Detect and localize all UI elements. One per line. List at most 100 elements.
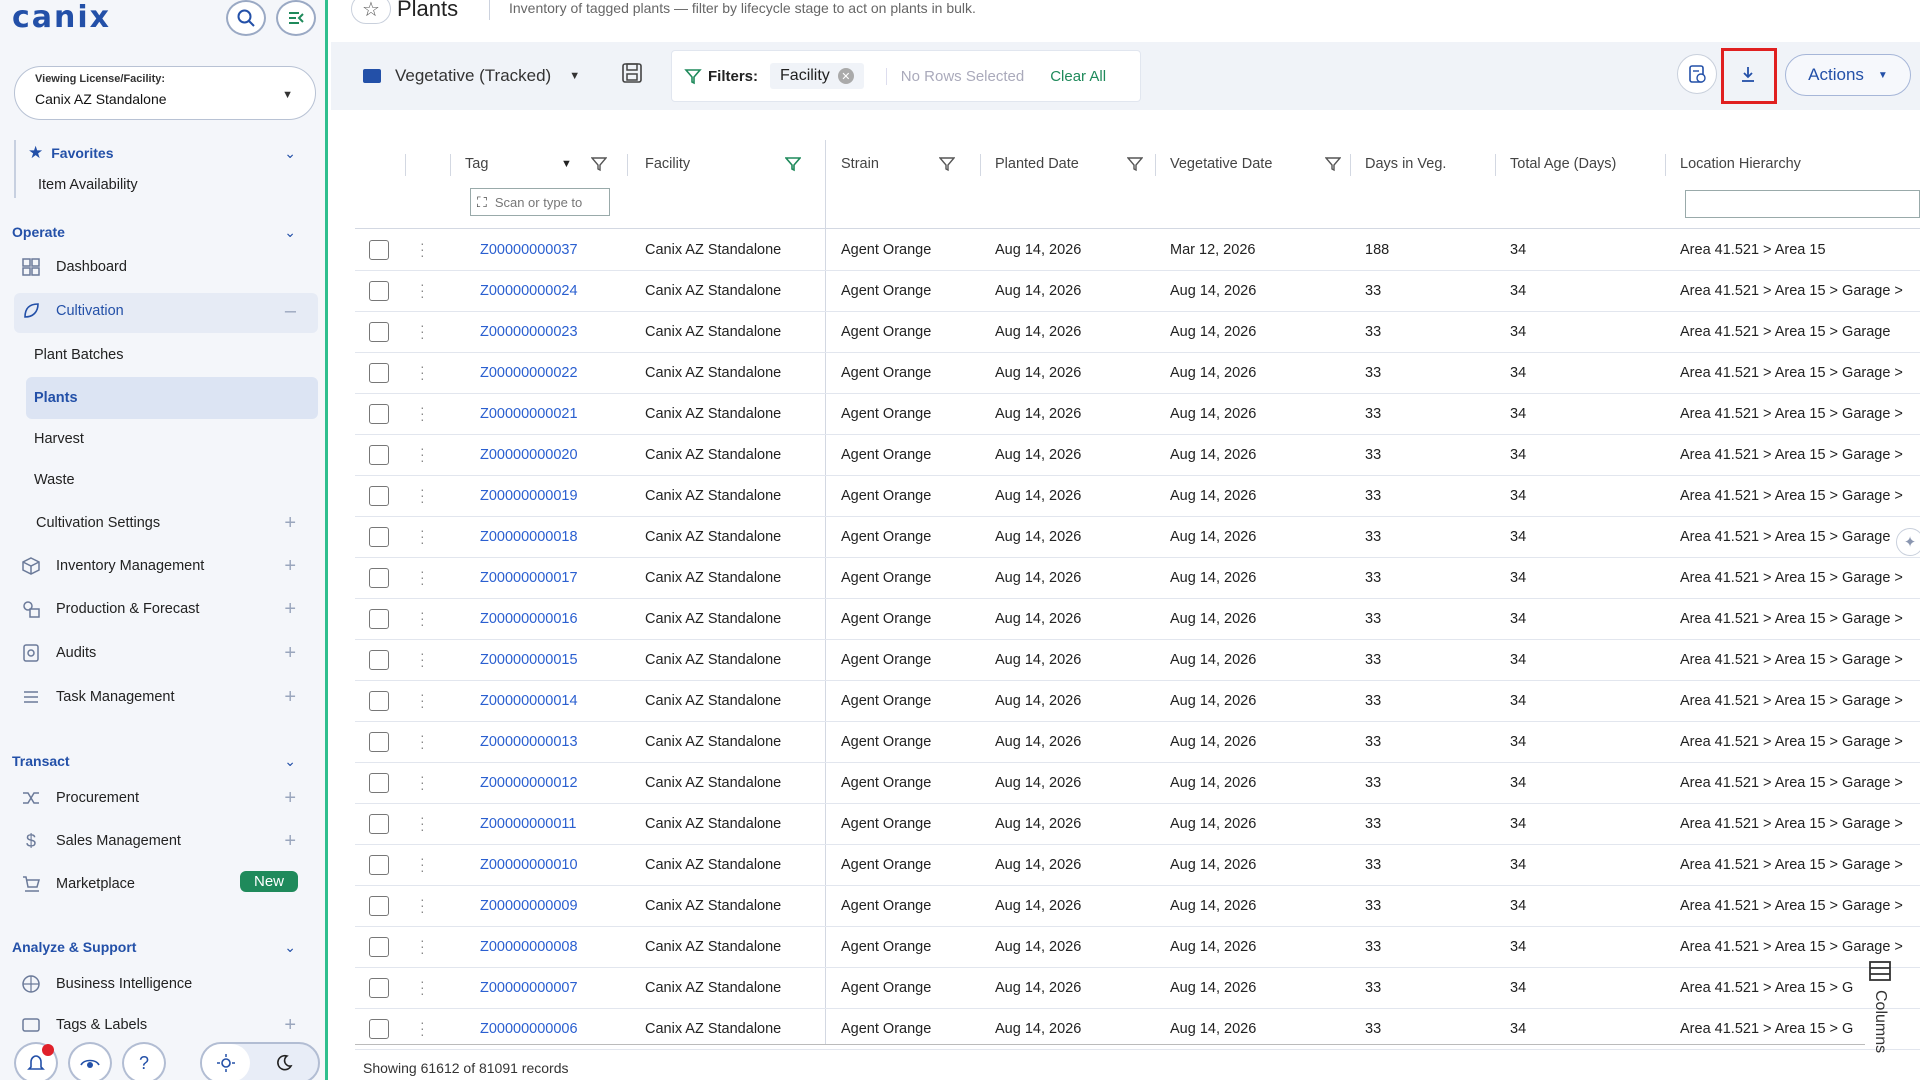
- row-menu-icon[interactable]: · · ·: [420, 441, 425, 467]
- table-row[interactable]: · · · Z00000000012 Canix AZ Standalone Agent …: [355, 763, 1920, 804]
- chevron-down-icon[interactable]: ⌄: [284, 224, 296, 241]
- row-menu-icon[interactable]: · · ·: [420, 277, 425, 303]
- row-menu-icon[interactable]: · · ·: [420, 605, 425, 631]
- tag-cell[interactable]: Z00000000022: [480, 365, 578, 381]
- sparkle-icon[interactable]: ✦: [1896, 528, 1920, 556]
- tag-cell[interactable]: Z00000000018: [480, 529, 578, 545]
- table-row[interactable]: · · · Z00000000015 Canix AZ Standalone Agent …: [355, 640, 1920, 681]
- table-row[interactable]: · · · Z00000000016 Canix AZ Standalone Agent …: [355, 599, 1920, 640]
- row-checkbox[interactable]: [369, 937, 389, 957]
- sidebar-item-inventory[interactable]: Inventory Management +: [20, 555, 328, 577]
- tag-cell[interactable]: Z00000000015: [480, 652, 578, 668]
- sort-caret-icon[interactable]: ▼: [561, 158, 572, 170]
- tag-cell[interactable]: Z00000000007: [480, 980, 578, 996]
- tag-cell[interactable]: Z00000000024: [480, 283, 578, 299]
- expand-icon[interactable]: +: [284, 686, 296, 709]
- row-menu-icon[interactable]: · · ·: [420, 646, 425, 672]
- row-menu-icon[interactable]: · · ·: [420, 892, 425, 918]
- table-row[interactable]: · · · Z00000000023 Canix AZ Standalone Agent …: [355, 312, 1920, 353]
- tag-cell[interactable]: Z00000000016: [480, 611, 578, 627]
- search-button[interactable]: [226, 0, 266, 36]
- row-menu-icon[interactable]: · · ·: [420, 482, 425, 508]
- tag-cell[interactable]: Z00000000020: [480, 447, 578, 463]
- tag-cell[interactable]: Z00000000017: [480, 570, 578, 586]
- chevron-down-icon[interactable]: ⌄: [284, 145, 296, 162]
- sun-icon[interactable]: [202, 1044, 250, 1080]
- sidebar-item-tags[interactable]: Tags & Labels +: [20, 1018, 328, 1032]
- column-header-planted-date[interactable]: Planted Date: [995, 156, 1079, 172]
- row-menu-icon[interactable]: · · ·: [420, 687, 425, 713]
- column-header-tag[interactable]: Tag: [465, 156, 488, 172]
- row-checkbox[interactable]: [369, 896, 389, 916]
- sidebar-item-waste[interactable]: Waste: [34, 472, 75, 488]
- expand-icon[interactable]: +: [284, 787, 296, 810]
- notifications-button[interactable]: [14, 1042, 58, 1080]
- filter-icon[interactable]: [1127, 156, 1143, 172]
- filter-active-icon[interactable]: [785, 156, 801, 172]
- license-facility-selector[interactable]: Viewing License/Facility: Canix AZ Stand…: [14, 66, 316, 120]
- favorite-star-button[interactable]: ☆: [351, 0, 391, 24]
- chevron-down-icon[interactable]: ⌄: [284, 939, 296, 956]
- sidebar-item-plants[interactable]: Plants: [34, 390, 78, 406]
- row-menu-icon[interactable]: · · ·: [420, 769, 425, 795]
- favorite-item-availability[interactable]: Item Availability: [38, 177, 138, 193]
- favorites-section-header[interactable]: ★ Favorites ⌄: [28, 143, 328, 163]
- column-header-total-age[interactable]: Total Age (Days): [1510, 156, 1616, 172]
- sidebar-item-harvest[interactable]: Harvest: [34, 431, 84, 447]
- sidebar-item-dashboard[interactable]: Dashboard: [20, 256, 127, 278]
- canix-logo[interactable]: canix: [12, 0, 111, 35]
- row-menu-icon[interactable]: · · ·: [420, 236, 425, 262]
- row-checkbox[interactable]: [369, 814, 389, 834]
- row-menu-icon[interactable]: · · ·: [420, 564, 425, 590]
- tag-cell[interactable]: Z00000000037: [480, 242, 578, 258]
- table-row[interactable]: · · · Z00000000022 Canix AZ Standalone Agent …: [355, 353, 1920, 394]
- row-checkbox[interactable]: [369, 732, 389, 752]
- row-checkbox[interactable]: [369, 609, 389, 629]
- table-row[interactable]: · · · Z00000000037 Canix AZ Standalone Agent …: [355, 230, 1920, 271]
- table-row[interactable]: · · · Z00000000020 Canix AZ Standalone Agent …: [355, 435, 1920, 476]
- table-row[interactable]: · · · Z00000000007 Canix AZ Standalone Agent …: [355, 968, 1920, 1009]
- help-button[interactable]: ?: [122, 1042, 166, 1080]
- save-view-button[interactable]: [621, 62, 643, 88]
- view-selector[interactable]: Vegetative (Tracked) ▼: [363, 66, 580, 86]
- row-checkbox[interactable]: [369, 568, 389, 588]
- filter-icon[interactable]: [939, 156, 955, 172]
- row-checkbox[interactable]: [369, 486, 389, 506]
- clear-all-button[interactable]: Clear All: [1050, 68, 1106, 85]
- tag-cell[interactable]: Z00000000008: [480, 939, 578, 955]
- row-menu-icon[interactable]: · · ·: [420, 1015, 425, 1041]
- columns-panel-toggle[interactable]: Columns: [1860, 960, 1900, 1080]
- tag-cell[interactable]: Z00000000014: [480, 693, 578, 709]
- row-checkbox[interactable]: [369, 281, 389, 301]
- sidebar-item-plant-batches[interactable]: Plant Batches: [34, 347, 123, 363]
- tag-cell[interactable]: Z00000000013: [480, 734, 578, 750]
- table-row[interactable]: · · · Z00000000009 Canix AZ Standalone Agent …: [355, 886, 1920, 927]
- expand-icon[interactable]: +: [284, 555, 296, 578]
- sidebar-item-tasks[interactable]: Task Management +: [20, 686, 328, 708]
- expand-icon[interactable]: +: [284, 642, 296, 665]
- row-menu-icon[interactable]: · · ·: [420, 933, 425, 959]
- filter-icon[interactable]: [591, 156, 607, 172]
- row-menu-icon[interactable]: · · ·: [420, 851, 425, 877]
- row-checkbox[interactable]: [369, 445, 389, 465]
- sidebar-item-production[interactable]: Production & Forecast +: [20, 598, 328, 620]
- table-row[interactable]: · · · Z00000000014 Canix AZ Standalone Agent …: [355, 681, 1920, 722]
- filter-chip-facility[interactable]: Facility ✕: [770, 63, 864, 89]
- column-header-days-in-veg[interactable]: Days in Veg.: [1365, 156, 1446, 172]
- report-button[interactable]: [1677, 54, 1717, 94]
- column-header-location[interactable]: Location Hierarchy: [1680, 156, 1801, 172]
- sidebar-item-cultivation-settings[interactable]: Cultivation Settings +: [36, 512, 328, 534]
- sidebar-item-audits[interactable]: Audits +: [20, 642, 328, 664]
- location-filter-input[interactable]: [1685, 190, 1920, 218]
- tag-cell[interactable]: Z00000000012: [480, 775, 578, 791]
- table-row[interactable]: · · · Z00000000019 Canix AZ Standalone Agent …: [355, 476, 1920, 517]
- tag-cell[interactable]: Z00000000009: [480, 898, 578, 914]
- analyze-section-header[interactable]: Analyze & Support ⌄: [12, 939, 328, 956]
- chevron-down-icon[interactable]: ⌄: [284, 753, 296, 770]
- tag-cell[interactable]: Z00000000019: [480, 488, 578, 504]
- tag-scan-input[interactable]: ⛶ Scan or type to: [470, 188, 610, 216]
- tag-cell[interactable]: Z00000000021: [480, 406, 578, 422]
- row-menu-icon[interactable]: · · ·: [420, 400, 425, 426]
- row-menu-icon[interactable]: · · ·: [420, 359, 425, 385]
- table-row[interactable]: · · · Z00000000018 Canix AZ Standalone Agent …: [355, 517, 1920, 558]
